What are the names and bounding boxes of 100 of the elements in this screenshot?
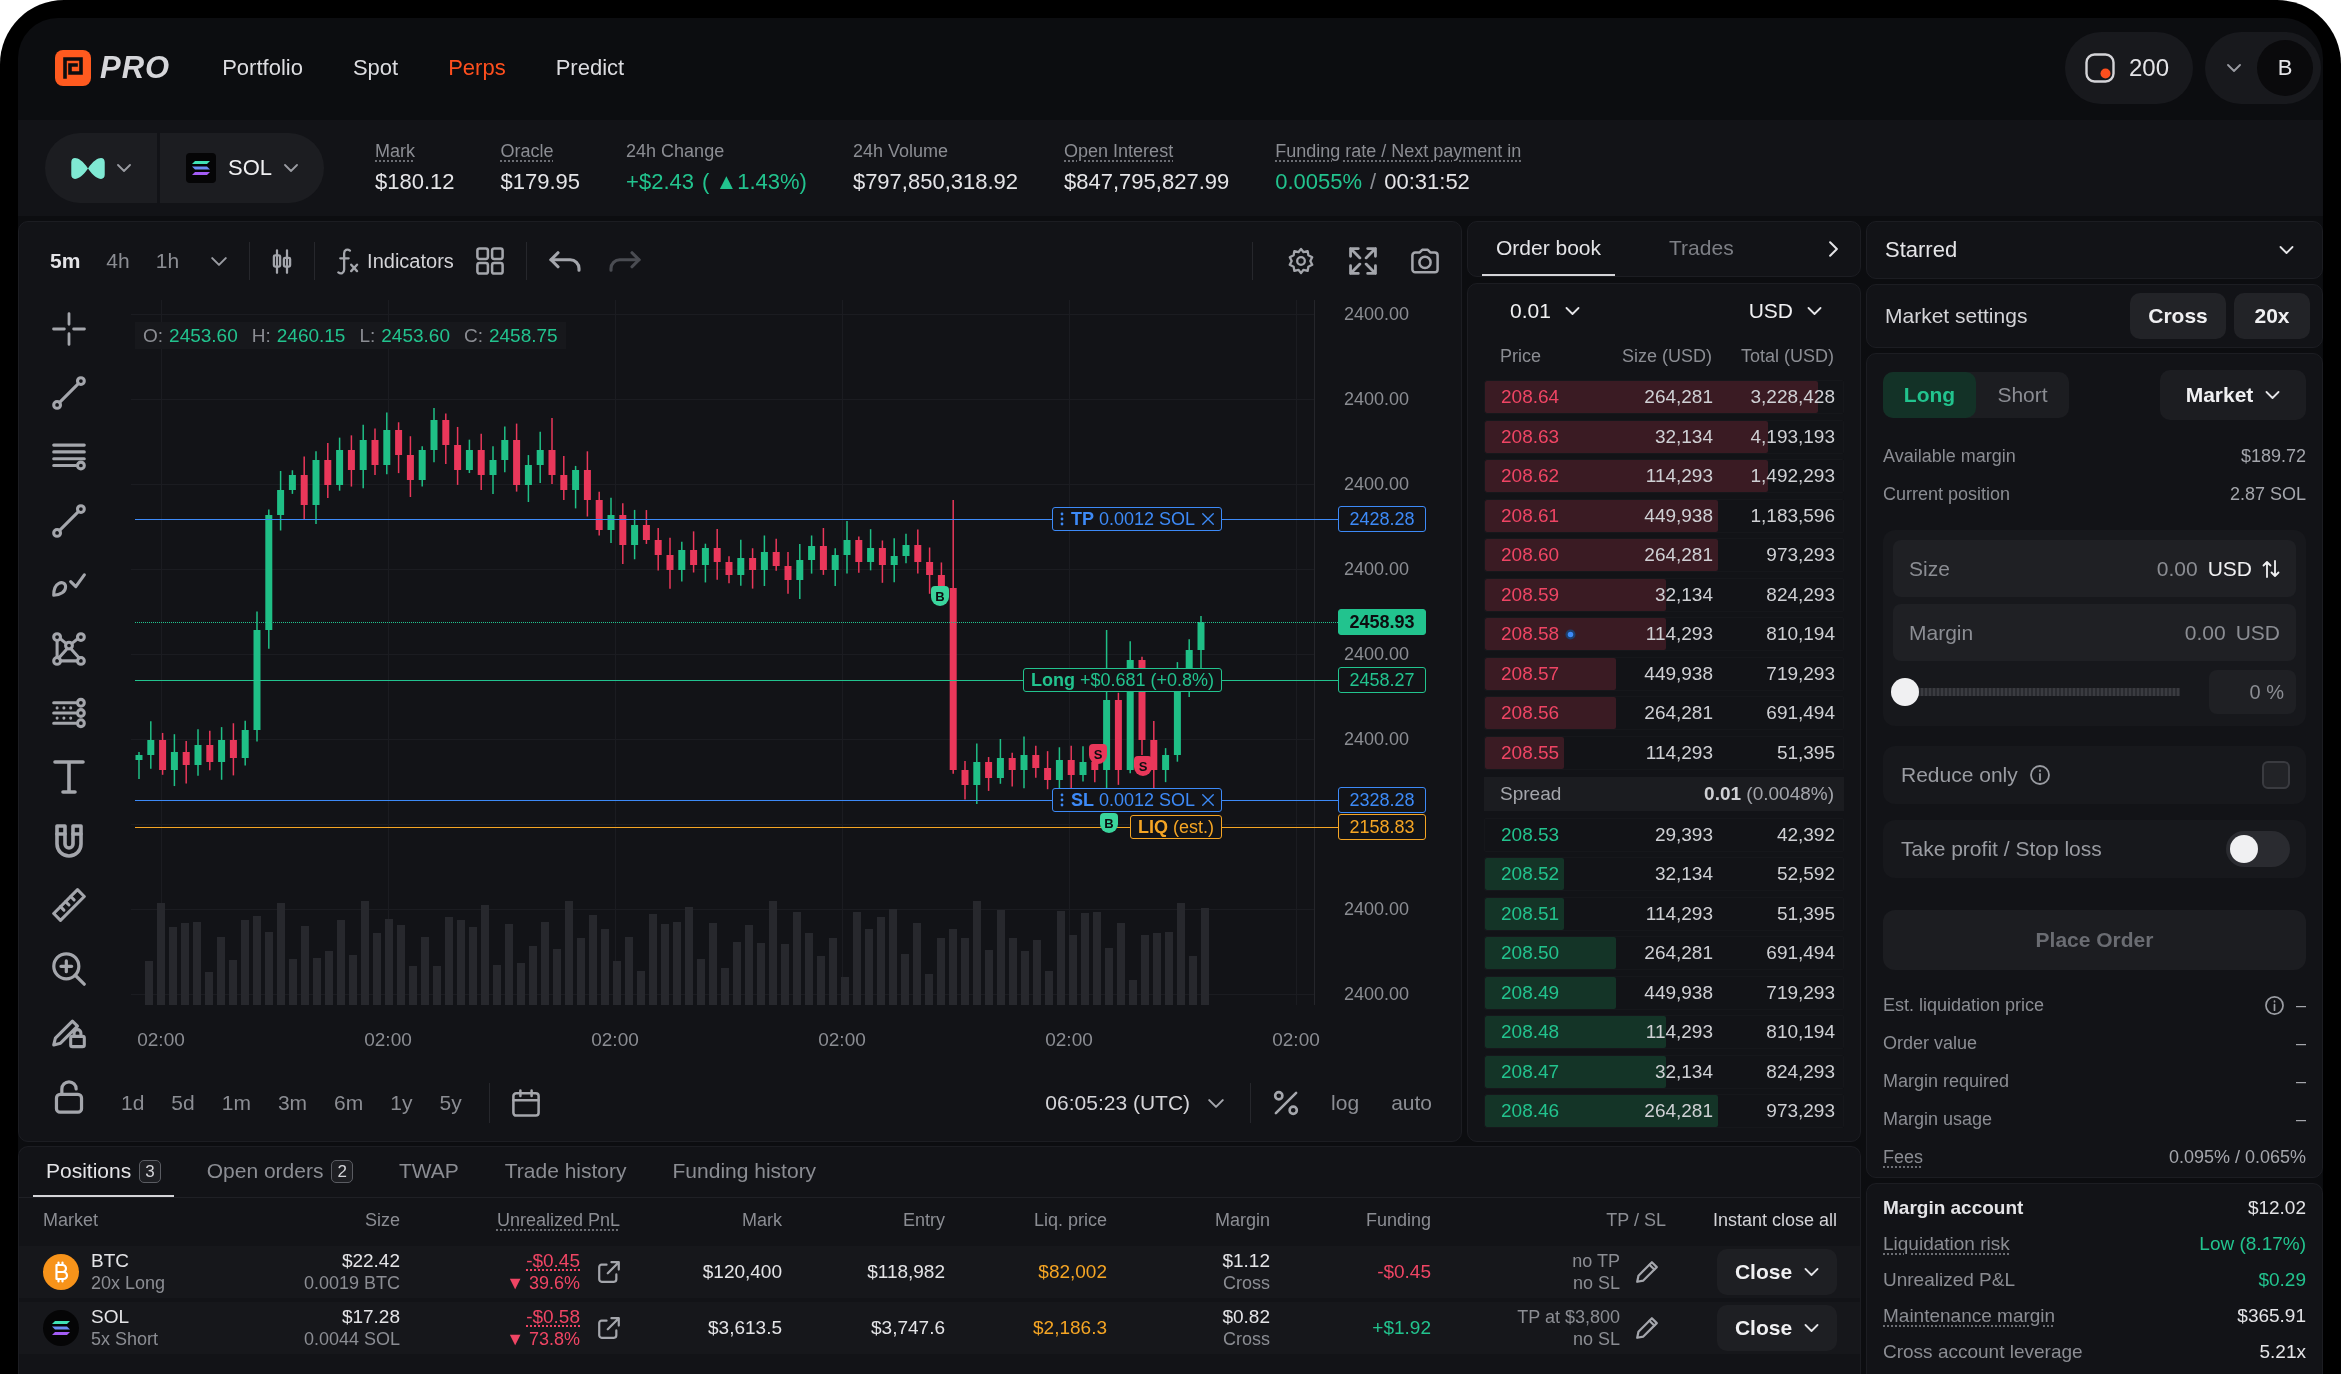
nav-link[interactable]: Portfolio xyxy=(222,55,303,81)
caret-icon[interactable] xyxy=(211,256,228,266)
range-button[interactable]: 1m xyxy=(221,1091,251,1115)
percent-icon[interactable] xyxy=(1273,1090,1300,1116)
range-button[interactable]: 5y xyxy=(439,1091,462,1115)
side-tab[interactable]: Short xyxy=(1976,372,2069,418)
percent-field[interactable]: 0 % xyxy=(2209,670,2296,714)
undo-icon[interactable] xyxy=(548,250,581,272)
ruler-icon[interactable] xyxy=(52,888,86,922)
camera-icon[interactable] xyxy=(1411,247,1439,275)
tp-value: TP at $3,800 xyxy=(1517,1306,1620,1328)
checkbox[interactable] xyxy=(2262,761,2290,789)
candlestick-icon[interactable] xyxy=(272,248,293,274)
size-input[interactable]: 0.00 xyxy=(1959,551,2198,586)
chevron-right-icon[interactable] xyxy=(1829,241,1838,257)
swap-icon[interactable] xyxy=(2262,559,2280,578)
pencil-lock-icon[interactable] xyxy=(52,1016,86,1050)
info-value: $189.72 xyxy=(2240,445,2306,467)
range-button[interactable]: 3m xyxy=(277,1091,308,1115)
account-button[interactable]: B xyxy=(2205,32,2321,104)
pnl-percent: ▼ 73.8% xyxy=(506,1328,580,1350)
panel-tab[interactable]: TWAP xyxy=(385,1147,472,1197)
order-type-dropdown[interactable]: Market xyxy=(2160,370,2306,420)
logo-icon xyxy=(55,50,91,86)
close-icon[interactable] xyxy=(1202,513,1214,525)
range-button[interactable]: 6m xyxy=(334,1091,364,1115)
order-line-label[interactable]: TP 0.0012 SOL xyxy=(1051,507,1222,531)
external-link-icon[interactable] xyxy=(598,1317,620,1339)
nav-link[interactable]: Predict xyxy=(555,55,625,81)
size-cell: 114,293 xyxy=(1645,1021,1713,1043)
side-tab[interactable]: Long xyxy=(1883,372,1976,418)
currency-dropdown[interactable]: USD xyxy=(1748,299,1822,323)
close-all-button[interactable]: Instant close all xyxy=(1712,1209,1837,1231)
info-icon[interactable] xyxy=(2265,995,2284,1015)
account-value: $0.29 xyxy=(2258,1269,2306,1291)
interval-tab[interactable]: 4h xyxy=(106,249,130,273)
total-cell: 51,395 xyxy=(1776,902,1835,925)
tick-size-dropdown[interactable]: 0.01 xyxy=(1510,299,1580,323)
order-line-text: TP 0.0012 SOL xyxy=(1070,508,1195,530)
toggle-switch[interactable] xyxy=(2226,831,2290,867)
slider-thumb[interactable] xyxy=(1891,678,1919,706)
panel-tab[interactable]: Open orders 2 xyxy=(193,1147,366,1197)
account-value: 5.21x xyxy=(2259,1341,2306,1363)
crosshair-icon[interactable] xyxy=(52,312,86,346)
margin-mode-button[interactable]: Cross xyxy=(2130,293,2226,339)
leverage-button[interactable]: 20x xyxy=(2234,293,2310,339)
trend-line-icon[interactable] xyxy=(52,504,86,538)
range-button[interactable]: 1y xyxy=(390,1091,413,1115)
calendar-icon[interactable] xyxy=(511,1089,540,1117)
starred-dropdown[interactable]: Starred xyxy=(1866,221,2323,279)
settings-icon[interactable] xyxy=(1287,247,1315,275)
timezone-button[interactable]: 06:05:23 (UTC) xyxy=(1045,1091,1225,1115)
nav-link[interactable]: Spot xyxy=(352,55,399,81)
column-header: Size xyxy=(365,1209,400,1231)
avatar: B xyxy=(2257,40,2313,96)
time-label: 02:00 xyxy=(1272,1029,1320,1051)
total-cell: 691,494 xyxy=(1766,942,1835,964)
close-button[interactable]: Close xyxy=(1717,1305,1837,1351)
pencil-icon[interactable] xyxy=(1636,1317,1658,1339)
size-value: $17.28 xyxy=(341,1306,400,1328)
size-field[interactable]: Size 0.00 USD xyxy=(1893,540,2296,597)
points-button[interactable]: 200 xyxy=(2064,32,2193,104)
market-selector[interactable]: SOL xyxy=(160,133,324,203)
magnet-icon[interactable] xyxy=(52,824,86,858)
scale-button[interactable]: auto xyxy=(1391,1091,1432,1115)
size-cell: 264,281 xyxy=(1644,386,1713,408)
panel-tab[interactable]: Order book xyxy=(1482,222,1616,276)
interval-tab[interactable]: 5m xyxy=(50,249,81,273)
pencil-icon[interactable] xyxy=(1636,1261,1658,1283)
nav-link[interactable]: Perps xyxy=(448,55,506,81)
scale-button[interactable]: log xyxy=(1331,1091,1360,1115)
total-cell: 810,194 xyxy=(1766,1021,1835,1043)
zoom-in-icon[interactable] xyxy=(52,952,86,986)
drag-handle-icon[interactable] xyxy=(1059,512,1064,526)
order-line-label[interactable]: SL 0.0012 SOL xyxy=(1051,788,1222,812)
trend-line-icon[interactable] xyxy=(52,376,86,410)
external-link-icon[interactable] xyxy=(598,1261,620,1283)
panel-tab[interactable]: Trades xyxy=(1655,222,1748,276)
axis-label: 2400.00 xyxy=(1344,643,1410,665)
margin-input[interactable]: 0.00 xyxy=(1983,615,2226,650)
fullscreen-icon[interactable] xyxy=(1349,247,1377,275)
panel-tab[interactable]: Positions 3 xyxy=(33,1147,174,1197)
grid-icon[interactable] xyxy=(475,247,504,275)
level-lines-icon[interactable] xyxy=(52,696,86,730)
close-icon[interactable] xyxy=(1202,794,1214,806)
indicators-button[interactable]: Indicators xyxy=(337,247,454,275)
info-icon[interactable] xyxy=(2029,765,2050,785)
close-button[interactable]: Close xyxy=(1717,1249,1837,1295)
range-button[interactable]: 1d xyxy=(121,1091,145,1115)
node-pattern-icon[interactable] xyxy=(52,632,86,666)
interval-tab[interactable]: 1h xyxy=(155,249,180,273)
lock-icon[interactable] xyxy=(52,1080,86,1114)
drag-handle-icon[interactable] xyxy=(1059,793,1064,807)
text-tool-icon[interactable] xyxy=(52,760,86,794)
panel-tab[interactable]: Trade history xyxy=(491,1147,640,1197)
range-button[interactable]: 5d xyxy=(171,1091,195,1115)
panel-tab[interactable]: Funding history xyxy=(659,1147,830,1197)
margin-field[interactable]: Margin 0.00 USD xyxy=(1893,604,2296,661)
margin-value: $1.12 xyxy=(1222,1250,1270,1272)
exchange-button[interactable] xyxy=(45,133,157,203)
